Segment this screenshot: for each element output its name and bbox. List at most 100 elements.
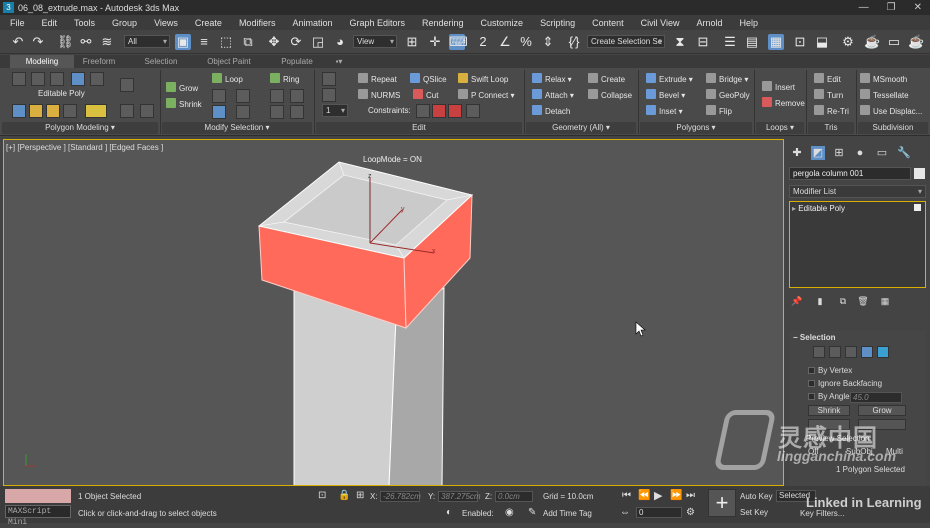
edge-mode-icon[interactable] [31,72,45,86]
modify-tab-icon[interactable]: ◩ [811,146,825,160]
object-color-swatch[interactable] [914,168,925,179]
ribbon-options-icon[interactable]: ▪▾ [332,55,346,68]
turn-button[interactable]: Turn [814,89,843,102]
geopoly-button[interactable]: GeoPoly [706,89,750,102]
constraint-face-icon[interactable] [448,104,462,118]
menu-group[interactable]: Group [102,18,144,28]
spinner-snap-icon[interactable]: ⇕ [540,34,556,50]
menu-scripting[interactable]: Scripting [530,18,582,28]
goto-end-icon[interactable]: ⏭ [686,490,695,501]
layer-explorer-icon[interactable]: ▤ [744,34,760,50]
y-coord-field[interactable]: 387.275cm [438,491,481,502]
stack-down-icon[interactable] [120,104,134,118]
goto-start-icon[interactable]: ⏮ [622,490,631,501]
tessellate-button[interactable]: Tessellate [860,89,909,102]
qslice-button[interactable]: QSlice [410,73,447,86]
tris-edit-button[interactable]: Edit [814,73,841,86]
reference-coordinate-dropdown[interactable]: View [353,35,397,48]
ring-mode-icon[interactable] [270,105,284,119]
by-vertex-checkbox[interactable] [808,367,815,374]
dot-loop-icon[interactable] [236,105,250,119]
snaps-toggle-icon[interactable]: 2 [475,34,491,50]
bevel-button[interactable]: Bevel ▾ [646,89,685,102]
tab-modeling[interactable]: Modeling [10,55,74,68]
maxscript-listener-output[interactable] [5,489,71,503]
loop-button[interactable]: Loop [212,73,243,86]
make-unique-icon[interactable]: ⧉ [836,294,850,308]
msmooth-button[interactable]: MSmooth [860,73,907,86]
loop-grow-icon[interactable] [212,89,226,103]
show-end-result-icon[interactable] [63,104,77,118]
align-icon[interactable]: ⊟ [695,34,711,50]
time-tag-icon[interactable]: ✎ [528,507,536,518]
schematic-view-icon[interactable]: ⬓ [814,34,830,50]
vertex-subobj-icon[interactable] [813,346,825,358]
element-subobj-icon[interactable] [877,346,889,358]
preserve-uvs-icon[interactable] [46,104,60,118]
repeat-button[interactable]: Repeat [358,73,397,86]
viewport-label[interactable]: [+] [Perspective ] [Standard ] [Edged Fa… [6,143,163,152]
z-coord-field[interactable]: 0.0cm [495,491,533,502]
restore-icon[interactable]: ❐ [887,0,896,15]
enabled-toggle-icon[interactable]: ◉ [505,507,514,518]
edit-named-selection-icon[interactable]: {⁄} [566,34,582,50]
current-frame-field[interactable]: 0 [636,507,682,518]
display-tab-icon[interactable]: ▭ [875,146,889,160]
motion-tab-icon[interactable]: ● [853,146,867,160]
toggle-command-mode-icon[interactable] [29,104,43,118]
menu-customize[interactable]: Customize [471,18,531,28]
collapse-stack-icon[interactable] [120,78,134,92]
preserve-uvs-toggle-icon[interactable] [322,72,336,86]
play-icon[interactable]: ▶ [654,489,662,502]
menu-rendering[interactable]: Rendering [412,18,471,28]
grow-button[interactable]: Grow [166,82,198,95]
modifier-stack[interactable] [789,201,926,288]
render-setup-icon[interactable]: ☕ [864,34,880,50]
collapse-button[interactable]: Collapse [588,89,632,102]
create-button[interactable]: Create [588,73,625,86]
object-name-field[interactable]: pergola column 001 [789,167,911,180]
key-mode-icon[interactable]: ⇔ [620,507,630,518]
x-coord-field[interactable]: -26.782cm [380,491,421,502]
constraint-edge-icon[interactable] [432,104,446,118]
isolate-selection-icon[interactable]: ⊡ [318,490,326,501]
add-time-tag-button[interactable]: Add Time Tag [543,509,592,518]
absolute-mode-icon[interactable]: ⊞ [356,490,364,501]
ring-shrink-icon[interactable] [290,89,304,103]
bridge-button[interactable]: Bridge ▾ [706,73,748,86]
tab-object-paint[interactable]: Object Paint [198,55,260,68]
p-connect-button[interactable]: P Connect ▾ [458,89,514,102]
ignore-backfacing-checkbox[interactable] [808,380,815,387]
by-angle-checkbox[interactable] [808,393,815,400]
cut-button[interactable]: Cut [413,89,438,102]
key-filters-button[interactable]: Key Filters... [800,509,844,518]
menu-file[interactable]: File [0,18,32,28]
utilities-tab-icon[interactable]: 🔧 [897,146,911,160]
percent-snap-icon[interactable]: % [518,34,534,50]
selection-grow-button[interactable]: Grow [858,405,906,416]
modify-selection-group-label[interactable]: Modify Selection ▾ [162,122,312,134]
unlink-icon[interactable]: ⚯ [78,34,94,50]
menu-civil-view[interactable]: Civil View [631,18,687,28]
hierarchy-tab-icon[interactable]: ⊞ [832,146,846,160]
use-soft-selection-icon[interactable] [85,104,107,118]
loop-mode-icon[interactable] [212,105,226,119]
select-manipulate-icon[interactable]: ✛ [427,34,443,50]
mirror-icon[interactable]: ⧗ [672,34,688,50]
material-editor-icon[interactable]: ⚙ [840,34,856,50]
border-mode-icon[interactable] [50,72,64,86]
nurms-button[interactable]: NURMS [358,89,400,102]
stack-item-editable-poly[interactable]: ▸ Editable Poly [792,203,923,214]
configure-modifier-sets-icon[interactable]: ▦ [878,294,892,308]
edge-subobj-icon[interactable] [829,346,841,358]
select-object-icon[interactable]: ▣ [175,34,191,50]
close-icon[interactable]: ✕ [914,0,922,15]
scene-explorer-icon[interactable]: ☰ [722,34,738,50]
menu-content[interactable]: Content [582,18,631,28]
relax-button[interactable]: Relax ▾ [532,73,572,86]
tweak-icon[interactable] [322,88,336,102]
auto-key-button[interactable]: Auto Key [740,492,772,501]
ribbon-toggle-icon[interactable]: ▦ [768,34,784,50]
previous-frame-icon[interactable]: ⏪ [638,490,650,501]
rotate-icon[interactable]: ⟳ [288,34,304,50]
